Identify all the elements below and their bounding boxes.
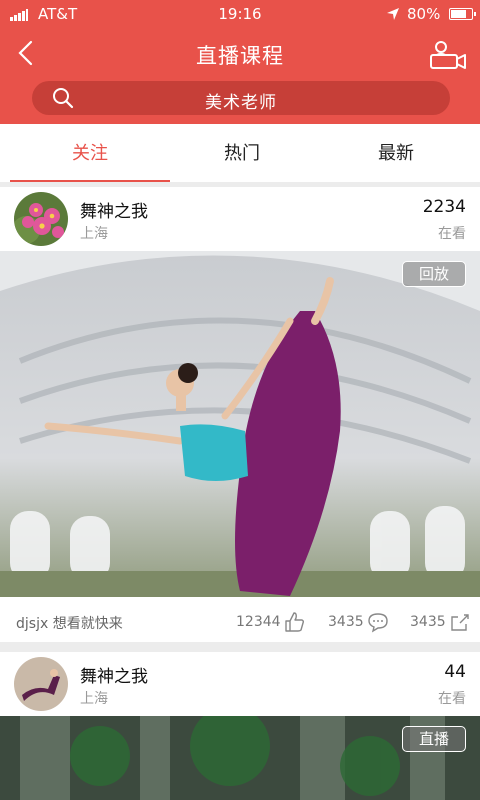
card-header: 舞神之我 上海 2234 在看 xyxy=(0,187,480,251)
username[interactable]: 舞神之我 xyxy=(80,197,148,222)
comment-count: 3435 xyxy=(328,614,364,630)
search-bar[interactable]: 美术老师 xyxy=(32,81,450,115)
viewer-count-label: 在看 xyxy=(438,226,466,242)
share-count: 3435 xyxy=(410,614,446,630)
comment-user: djsjx xyxy=(16,616,49,632)
chat-bubble-icon xyxy=(367,613,388,633)
status-bar: AT&T 19:16 80% xyxy=(0,0,480,28)
card-footer: djsjx 想看就快来 12344 3435 3435 xyxy=(0,597,480,642)
viewer-count: 2234 xyxy=(422,197,466,217)
stream-thumbnail[interactable]: 直播 xyxy=(0,716,480,800)
viewer-count-label: 在看 xyxy=(438,691,466,707)
live-badge[interactable]: 直播 xyxy=(402,726,466,752)
search-query: 美术老师 xyxy=(205,93,277,113)
tab-latest[interactable]: 最新 xyxy=(316,124,476,182)
card-header: 舞神之我 上海 44 在看 xyxy=(0,652,480,716)
comment-preview: djsjx 想看就快来 xyxy=(16,613,123,633)
tab-bar: 关注 热门 最新 xyxy=(0,124,480,182)
avatar[interactable] xyxy=(14,192,68,246)
replay-badge[interactable]: 回放 xyxy=(402,261,466,287)
header: AT&T 19:16 80% 直播课程 美术老师 xyxy=(0,0,480,124)
location-arrow-icon xyxy=(387,8,399,20)
dancer-photo xyxy=(0,251,480,597)
thumbs-up-icon xyxy=(284,612,304,632)
battery-percent: 80% xyxy=(407,5,441,23)
battery-icon xyxy=(449,8,476,20)
like-button[interactable]: 12344 xyxy=(236,611,306,633)
tab-following[interactable]: 关注 xyxy=(10,124,170,182)
nav-bar: 直播课程 xyxy=(0,28,480,78)
share-icon xyxy=(450,614,469,631)
comment-button[interactable]: 3435 xyxy=(328,611,389,633)
like-count: 12344 xyxy=(236,614,281,630)
user-location: 上海 xyxy=(80,691,108,707)
stream-thumbnail[interactable]: 回放 xyxy=(0,251,480,597)
viewer-count: 44 xyxy=(444,662,466,682)
video-camera-user-icon[interactable] xyxy=(428,40,468,70)
tab-hot[interactable]: 热门 xyxy=(162,124,322,182)
user-location: 上海 xyxy=(80,226,108,242)
avatar[interactable] xyxy=(14,657,68,711)
page-title: 直播课程 xyxy=(196,44,284,68)
username[interactable]: 舞神之我 xyxy=(80,662,148,687)
comment-text: 想看就快来 xyxy=(52,616,123,632)
share-button[interactable]: 3435 xyxy=(410,611,471,633)
